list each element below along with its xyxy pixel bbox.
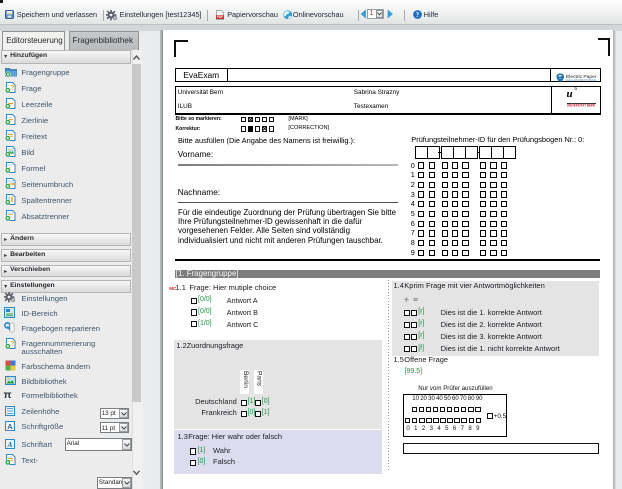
svg-text:?: ? [10,341,14,347]
svg-text:A: A [6,440,12,449]
svg-text:PDF: PDF [216,15,222,19]
svg-text:?: ? [10,86,14,92]
svg-text:A: A [7,421,13,430]
svg-text:?: ? [416,12,419,19]
